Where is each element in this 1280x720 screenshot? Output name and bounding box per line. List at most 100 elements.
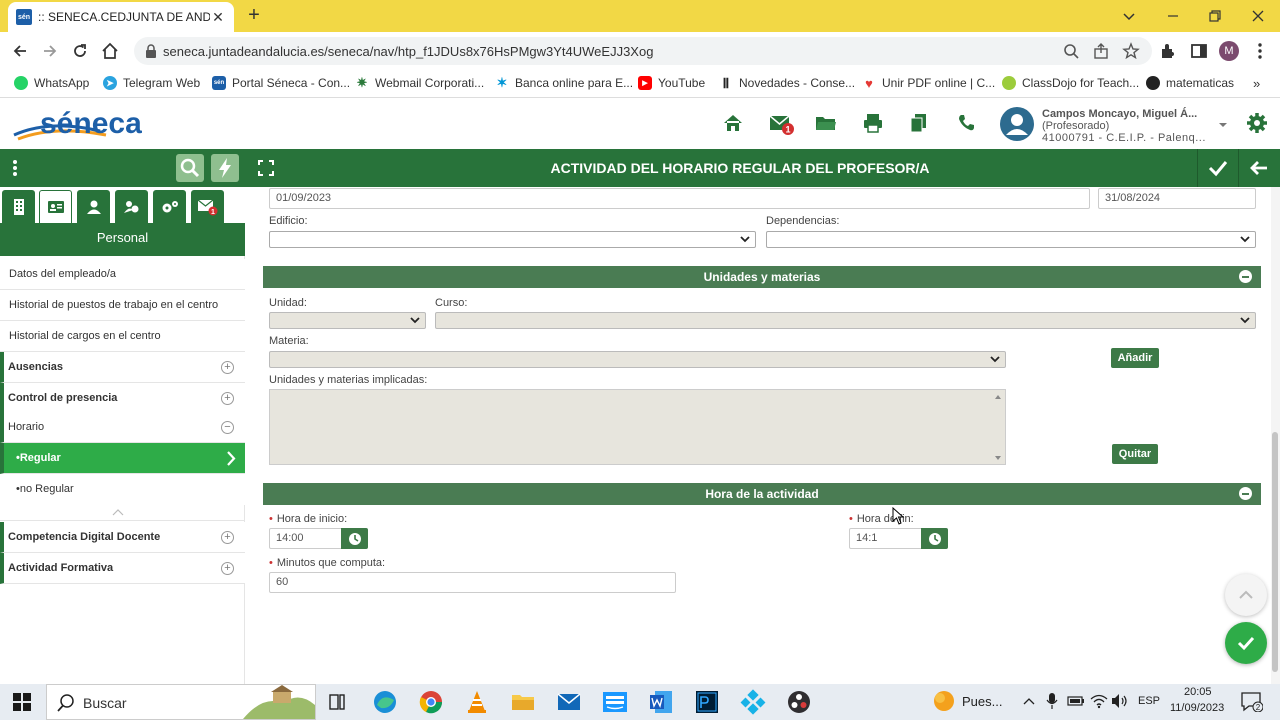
- sidebar-item-competencia-digital[interactable]: Competencia Digital Docente +: [0, 522, 245, 553]
- edge-icon[interactable]: [372, 689, 398, 715]
- mail-nav-icon[interactable]: 1: [769, 112, 794, 135]
- more-bookmarks-icon[interactable]: »: [1253, 76, 1260, 91]
- clock-time[interactable]: 20:05: [1184, 686, 1212, 698]
- taskbar-search-box[interactable]: Buscar: [46, 684, 316, 720]
- home-icon[interactable]: [100, 41, 120, 61]
- reload-icon[interactable]: [70, 41, 90, 61]
- print-nav-icon[interactable]: [862, 112, 884, 134]
- hora-inicio-picker[interactable]: [341, 528, 368, 549]
- curso-select[interactable]: [435, 312, 1256, 329]
- tab-messages[interactable]: 1: [191, 190, 224, 223]
- seneca-logo[interactable]: séneca: [10, 105, 150, 143]
- weather-text[interactable]: Pues...: [962, 694, 1002, 709]
- address-bar[interactable]: seneca.juntadeandalucia.es/seneca/nav/ht…: [134, 37, 1152, 65]
- sidebar-item-control-presencia[interactable]: Control de presencia +: [0, 383, 245, 414]
- microphone-icon[interactable]: [1046, 692, 1058, 710]
- bookmark-banca[interactable]: ✶ Banca online para E...: [495, 75, 633, 90]
- scrollbar-thumb[interactable]: [1272, 432, 1278, 672]
- profile-avatar[interactable]: M: [1219, 41, 1239, 61]
- minimize-button[interactable]: [1163, 6, 1183, 26]
- share-icon[interactable]: [1092, 42, 1110, 60]
- bookmark-youtube[interactable]: ▶ YouTube: [638, 76, 705, 90]
- fecha-fin-field[interactable]: 31/08/2024: [1098, 188, 1256, 209]
- collapse-submenu-toggle[interactable]: [0, 503, 245, 521]
- expand-icon[interactable]: +: [221, 361, 234, 374]
- bookmark-webmail[interactable]: ✷ Webmail Corporati...: [355, 75, 484, 90]
- new-tab-button[interactable]: +: [244, 5, 264, 26]
- collapse-section-icon[interactable]: [1239, 270, 1252, 283]
- search-button[interactable]: [176, 154, 204, 182]
- close-window-button[interactable]: [1248, 6, 1268, 26]
- tab-personal[interactable]: [39, 190, 72, 223]
- expand-icon[interactable]: +: [221, 531, 234, 544]
- sidebar-item-regular[interactable]: •Regular: [0, 443, 245, 474]
- close-tab-icon[interactable]: ✕: [210, 9, 226, 26]
- hora-inicio-field[interactable]: 14:00: [269, 528, 342, 549]
- unidad-select[interactable]: [269, 312, 426, 329]
- tab-users[interactable]: [77, 190, 110, 223]
- side-panel-icon[interactable]: [1189, 41, 1209, 61]
- lock-icon[interactable]: [144, 43, 158, 59]
- weather-icon[interactable]: [931, 688, 957, 714]
- bookmark-classdojo[interactable]: ClassDojo for Teach...: [1002, 76, 1139, 90]
- sidebar-item-no-regular[interactable]: •no Regular: [0, 474, 245, 505]
- sidebar-item-historial-puestos[interactable]: Historial de puestos de trabajo en el ce…: [0, 290, 245, 321]
- language-indicator[interactable]: ESP: [1138, 695, 1160, 707]
- vlc-icon[interactable]: [464, 689, 490, 715]
- expand-icon[interactable]: +: [221, 562, 234, 575]
- tab-search-chevron-icon[interactable]: [1119, 6, 1139, 26]
- sidebar-item-datos-empleado[interactable]: Datos del empleado/a: [0, 259, 245, 290]
- mail-app-icon[interactable]: [556, 689, 582, 715]
- scroll-top-button[interactable]: [1225, 574, 1267, 616]
- materia-select[interactable]: [269, 351, 1006, 368]
- bookmark-portal-seneca[interactable]: sén Portal Séneca - Con...: [212, 76, 350, 90]
- file-explorer-icon[interactable]: [510, 689, 536, 715]
- hora-fin-field[interactable]: 14:1: [849, 528, 922, 549]
- quitar-button[interactable]: Quitar: [1112, 444, 1158, 464]
- bookmark-matematicas[interactable]: matematicas: [1146, 76, 1234, 90]
- back-icon[interactable]: [10, 41, 30, 61]
- word-icon[interactable]: [648, 689, 674, 715]
- phone-nav-icon[interactable]: [955, 112, 977, 134]
- save-fab-button[interactable]: [1225, 622, 1267, 664]
- sidebar-item-historial-cargos[interactable]: Historial de cargos en el centro: [0, 321, 245, 352]
- expand-icon[interactable]: +: [221, 392, 234, 405]
- sidebar-item-horario[interactable]: Horario −: [0, 412, 245, 443]
- bookmark-novedades[interactable]: Ⅱ Novedades - Conse...: [719, 75, 855, 91]
- collapse-section-icon[interactable]: [1239, 487, 1252, 500]
- anadir-button[interactable]: Añadir: [1111, 348, 1159, 368]
- volume-icon[interactable]: [1111, 693, 1129, 709]
- task-view-icon[interactable]: [324, 689, 350, 715]
- chrome-menu-icon[interactable]: [1250, 41, 1270, 61]
- clock-date[interactable]: 11/09/2023: [1170, 702, 1224, 714]
- restore-button[interactable]: [1205, 6, 1225, 26]
- bookmark-star-icon[interactable]: [1122, 42, 1140, 60]
- chrome-icon[interactable]: [418, 689, 444, 715]
- extensions-icon[interactable]: [1158, 41, 1178, 61]
- sidebar-item-actividad-formativa[interactable]: Actividad Formativa +: [0, 553, 245, 584]
- collapse-icon[interactable]: −: [221, 421, 234, 434]
- fecha-inicio-field[interactable]: 01/09/2023: [269, 188, 1090, 209]
- vertical-menu-icon[interactable]: [10, 159, 20, 177]
- tab-groups[interactable]: [115, 190, 148, 223]
- dependencias-select[interactable]: [766, 231, 1256, 248]
- edificio-select[interactable]: [269, 231, 756, 248]
- caret-down-icon[interactable]: [1218, 121, 1228, 129]
- browser-tab[interactable]: sén :: SENECA.CEDJUNTA DE ANDALU ✕: [8, 2, 234, 32]
- quick-access-button[interactable]: [211, 154, 239, 182]
- minutos-field[interactable]: 60: [269, 572, 676, 593]
- confirm-button[interactable]: [1197, 149, 1237, 187]
- hora-fin-picker[interactable]: [921, 528, 948, 549]
- wifi-icon[interactable]: [1090, 693, 1108, 709]
- tab-center[interactable]: [2, 190, 35, 223]
- tray-chevron-up-icon[interactable]: [1022, 693, 1036, 709]
- prime-video-icon[interactable]: [602, 689, 628, 715]
- sidebar-item-ausencias[interactable]: Ausencias +: [0, 352, 245, 383]
- photoshop-icon[interactable]: [694, 689, 720, 715]
- zoom-icon[interactable]: [1062, 42, 1080, 60]
- scroll-arrows-icon[interactable]: [993, 390, 1003, 466]
- battery-icon[interactable]: [1067, 695, 1085, 707]
- bookmark-telegram[interactable]: ➤ Telegram Web: [103, 76, 200, 90]
- settings-gear-icon[interactable]: [1246, 112, 1268, 134]
- user-profile-menu[interactable]: Campos Moncayo, Miguel Á... (Profesorado…: [1000, 103, 1232, 145]
